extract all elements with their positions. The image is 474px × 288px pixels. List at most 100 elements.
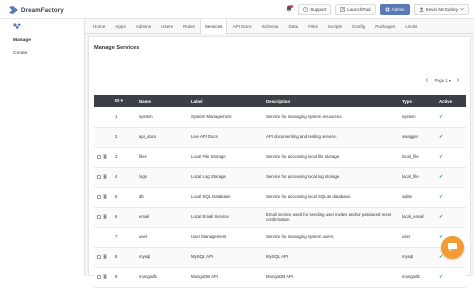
- table-row[interactable]: 8 mysql MySQL API MySQL API mysql ✓: [94, 247, 466, 268]
- column-id[interactable]: ID ▾: [112, 95, 136, 107]
- tab-label: Scripts: [327, 23, 342, 29]
- chat-icon: [447, 242, 458, 254]
- notification-dot: [290, 5, 294, 8]
- cell-description: MySQL API: [263, 247, 399, 268]
- check-icon: ✓: [439, 273, 444, 280]
- row-controls: [97, 174, 109, 180]
- tab-home[interactable]: Home: [88, 19, 110, 33]
- trash-icon[interactable]: [103, 274, 107, 280]
- table-row[interactable]: 1 system System Management Service for mana…: [94, 107, 466, 128]
- tab-roles[interactable]: Roles: [178, 19, 200, 33]
- cell-active: ✓: [436, 187, 466, 208]
- trash-icon[interactable]: [103, 154, 107, 160]
- table-row[interactable]: 2 api_docs Live API Docs API documenting an…: [94, 127, 466, 148]
- cell-name: logs: [136, 167, 188, 188]
- row-controls: [97, 154, 109, 160]
- prev-page-button[interactable]: [423, 76, 431, 84]
- svg-text:?: ?: [305, 7, 307, 11]
- cell-description: MongoDB API: [263, 267, 399, 288]
- tab-scripts[interactable]: Scripts: [323, 19, 347, 33]
- table-row[interactable]: 5 db Local SQL Database Service for accessi…: [94, 187, 466, 208]
- row-checkbox[interactable]: [97, 155, 101, 159]
- cell-id: 6: [112, 207, 136, 228]
- cell-label: Local File Storage: [188, 147, 263, 168]
- tab-services[interactable]: Services: [199, 19, 228, 34]
- cell-active: ✓: [436, 127, 466, 148]
- tab-api-docs[interactable]: API Docs: [227, 19, 256, 33]
- column-label[interactable]: Label: [188, 95, 263, 107]
- tab-limits[interactable]: Limits: [400, 19, 422, 33]
- launchpad-button[interactable]: LaunchPad: [335, 4, 376, 15]
- admin-label: Admin: [391, 7, 405, 12]
- table-row[interactable]: 6 email Local Email Service Email service u…: [94, 207, 466, 228]
- cell-type: swagger: [399, 127, 436, 148]
- table-row[interactable]: 7 user User Management Service for managing…: [94, 227, 466, 248]
- tab-data[interactable]: Data: [283, 19, 303, 33]
- manage-services-panel: Manage Services Page 1 ▾ ID ▾ Name Label…: [88, 36, 471, 288]
- trash-icon[interactable]: [103, 214, 107, 220]
- cell-name: files: [136, 147, 188, 168]
- column-name[interactable]: Name: [136, 95, 188, 107]
- table-row[interactable]: 9 mongodb MongoDB API MongoDB API mongodb ✓: [94, 267, 466, 288]
- question-icon: ?: [303, 6, 309, 13]
- pagination: Page 1 ▾: [423, 76, 462, 84]
- cell-id: 5: [112, 187, 136, 208]
- cell-name: user: [136, 227, 188, 248]
- trash-icon[interactable]: [103, 174, 107, 180]
- user-menu[interactable]: Kevin McGahey: [413, 4, 469, 15]
- table-row[interactable]: 4 logs Local Log Storage Service for access…: [94, 167, 466, 188]
- admin-button[interactable]: Admin: [379, 4, 410, 15]
- tab-config[interactable]: Config: [347, 19, 370, 33]
- tab-schema[interactable]: Schema: [257, 19, 284, 33]
- table-row[interactable]: 3 files Local File Storage Service for acce…: [94, 147, 466, 168]
- tab-apps[interactable]: Apps: [110, 19, 130, 33]
- cell-name: db: [136, 187, 188, 208]
- row-checkbox[interactable]: [97, 175, 101, 179]
- cell-name: system: [136, 107, 188, 128]
- trash-icon[interactable]: [103, 194, 107, 200]
- tab-users[interactable]: Users: [156, 19, 178, 33]
- tab-label: Config: [351, 23, 366, 29]
- support-button[interactable]: ? Support: [298, 4, 332, 15]
- row-select-cell: [94, 107, 112, 128]
- row-controls: [97, 254, 109, 260]
- sidebar-item-manage[interactable]: Manage: [0, 34, 84, 47]
- next-page-button[interactable]: [454, 76, 462, 84]
- launchpad-label: LaunchPad: [347, 7, 371, 12]
- top-bar: DreamFactory ? Support LaunchPad Admin K…: [0, 0, 474, 19]
- row-select-cell: [94, 247, 112, 268]
- chat-button[interactable]: [441, 236, 464, 259]
- column-description[interactable]: Description: [263, 95, 399, 107]
- services-icon: [13, 22, 22, 31]
- column-active[interactable]: Active: [436, 95, 466, 107]
- column-label: Active: [439, 98, 453, 104]
- tab-files[interactable]: Files: [303, 19, 323, 33]
- sort-icon: ▾: [120, 98, 123, 103]
- cell-type: local_file: [399, 167, 436, 188]
- tab-packages[interactable]: Packages: [370, 19, 400, 33]
- notifications-button[interactable]: [284, 4, 294, 15]
- column-type[interactable]: Type: [399, 95, 436, 107]
- tab-admins[interactable]: Admins: [131, 19, 156, 33]
- services-table: ID ▾ Name Label Description Type Active …: [94, 95, 466, 288]
- tab-label: Files: [308, 23, 318, 29]
- brand[interactable]: DreamFactory: [9, 5, 64, 15]
- row-checkbox[interactable]: [97, 195, 101, 199]
- top-actions: ? Support LaunchPad Admin Kevin McGahey: [284, 3, 469, 16]
- page-select[interactable]: Page 1 ▾: [432, 78, 453, 83]
- row-select-cell: [94, 127, 112, 148]
- check-icon: ✓: [439, 233, 444, 240]
- sidebar-item-create[interactable]: Create: [0, 47, 84, 60]
- row-checkbox[interactable]: [97, 215, 101, 219]
- trash-icon[interactable]: [103, 254, 107, 260]
- sidebar-header: [0, 19, 84, 34]
- support-label: Support: [310, 7, 327, 12]
- cell-id: 8: [112, 247, 136, 268]
- cell-id: 4: [112, 167, 136, 188]
- tab-label: Data: [288, 23, 299, 29]
- row-checkbox[interactable]: [97, 255, 101, 259]
- chevron-left-icon: [425, 77, 429, 83]
- main-content: Home Apps Admins Users Roles Services AP…: [85, 19, 474, 288]
- top-nav: Home Apps Admins Users Roles Services AP…: [85, 19, 474, 34]
- brand-name: DreamFactory: [21, 6, 64, 14]
